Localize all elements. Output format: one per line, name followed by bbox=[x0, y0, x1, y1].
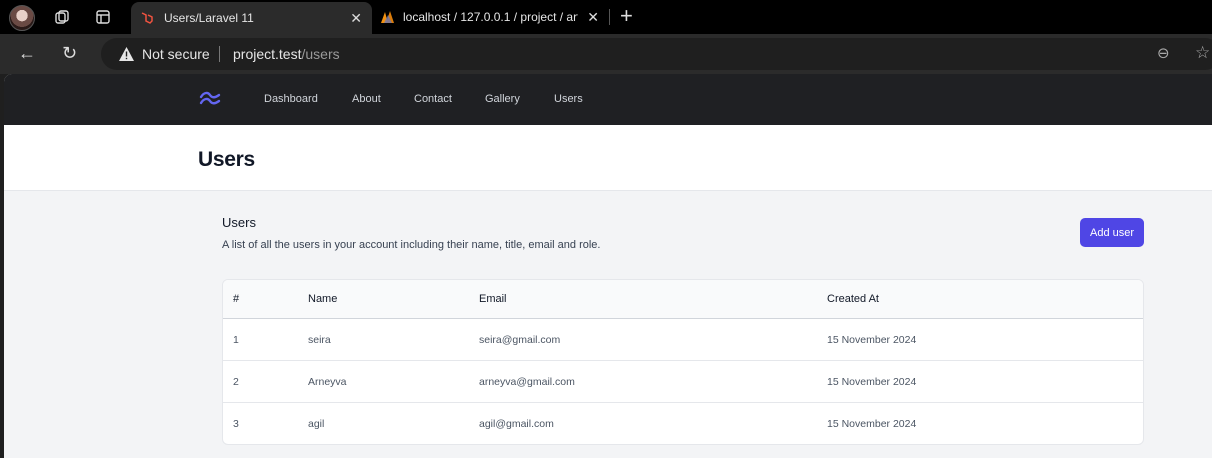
page-viewport: Dashboard About Contact Gallery Users Us… bbox=[4, 74, 1212, 458]
omnibox-separator bbox=[219, 46, 220, 62]
url-text[interactable]: project.test/users bbox=[233, 46, 340, 62]
reload-icon[interactable]: ↻ bbox=[62, 43, 77, 64]
site-navbar: Dashboard About Contact Gallery Users bbox=[4, 74, 1212, 125]
address-bar: ← ↻ Not secure project.test/users ⊖ ☆ bbox=[0, 34, 1212, 74]
new-tab-icon[interactable]: + bbox=[620, 5, 633, 27]
add-user-button[interactable]: Add user bbox=[1080, 218, 1144, 247]
back-icon[interactable]: ← bbox=[18, 43, 36, 64]
cell-name: Arneyva bbox=[308, 376, 347, 388]
column-header-created-at: Created At bbox=[827, 293, 879, 305]
tab-phpmyadmin[interactable]: localhost / 127.0.0.1 / project / art ✕ bbox=[372, 0, 609, 34]
cell-email: agil@gmail.com bbox=[479, 418, 554, 430]
page-title: Users bbox=[198, 148, 255, 171]
tab-title: localhost / 127.0.0.1 / project / art bbox=[403, 10, 578, 24]
column-header-number: # bbox=[233, 293, 240, 305]
table-row: 1 seira seira@gmail.com 15 November 2024 bbox=[223, 319, 1143, 361]
url-path: /users bbox=[301, 46, 340, 62]
phpmyadmin-icon bbox=[381, 11, 394, 23]
security-label[interactable]: Not secure bbox=[142, 46, 210, 62]
nav-link-users[interactable]: Users bbox=[554, 93, 583, 105]
tab-users-laravel[interactable]: Users/Laravel 11 ✕ bbox=[131, 2, 372, 34]
bookmark-star-icon[interactable]: ☆ bbox=[1195, 43, 1210, 63]
section-title: Users bbox=[222, 215, 256, 230]
nav-link-contact[interactable]: Contact bbox=[414, 93, 452, 105]
tab-separator bbox=[609, 9, 610, 25]
warning-icon[interactable] bbox=[118, 46, 135, 62]
tab-actions-icon[interactable] bbox=[95, 9, 111, 25]
cell-name: agil bbox=[308, 418, 325, 430]
workspaces-icon[interactable] bbox=[54, 9, 70, 25]
cell-email: arneyva@gmail.com bbox=[479, 376, 575, 388]
cell-email: seira@gmail.com bbox=[479, 334, 561, 346]
users-table: # Name Email Created At 1 seira seira@gm… bbox=[222, 279, 1144, 445]
nav-link-about[interactable]: About bbox=[352, 93, 381, 105]
table-row: 3 agil agil@gmail.com 15 November 2024 bbox=[223, 403, 1143, 444]
nav-link-dashboard[interactable]: Dashboard bbox=[264, 93, 318, 105]
table-row: 2 Arneyva arneyva@gmail.com 15 November … bbox=[223, 361, 1143, 403]
table-header: # Name Email Created At bbox=[223, 280, 1143, 319]
column-header-name: Name bbox=[308, 293, 338, 305]
tailwind-logo-icon[interactable] bbox=[198, 90, 222, 108]
cell-created-at: 15 November 2024 bbox=[827, 334, 917, 346]
browser-tab-bar: Users/Laravel 11 ✕ localhost / 127.0.0.1… bbox=[0, 0, 1212, 34]
cell-created-at: 15 November 2024 bbox=[827, 418, 917, 430]
laravel-icon bbox=[141, 12, 153, 24]
url-host: project.test bbox=[233, 46, 302, 62]
tab-title: Users/Laravel 11 bbox=[164, 11, 254, 25]
profile-avatar[interactable] bbox=[9, 5, 35, 31]
nav-link-gallery[interactable]: Gallery bbox=[485, 93, 520, 105]
cell-number: 3 bbox=[233, 418, 239, 430]
close-tab-icon[interactable]: ✕ bbox=[350, 10, 362, 27]
cell-name: seira bbox=[308, 334, 331, 346]
zoom-out-icon[interactable]: ⊖ bbox=[1157, 44, 1170, 62]
cell-number: 1 bbox=[233, 334, 239, 346]
close-tab-icon[interactable]: ✕ bbox=[587, 9, 599, 26]
cell-created-at: 15 November 2024 bbox=[827, 376, 917, 388]
url-input[interactable]: Not secure project.test/users ⊖ ☆ bbox=[101, 38, 1212, 70]
page-header: Users bbox=[4, 125, 1212, 191]
section-description: A list of all the users in your account … bbox=[222, 239, 601, 251]
cell-number: 2 bbox=[233, 376, 239, 388]
column-header-email: Email bbox=[479, 293, 507, 305]
